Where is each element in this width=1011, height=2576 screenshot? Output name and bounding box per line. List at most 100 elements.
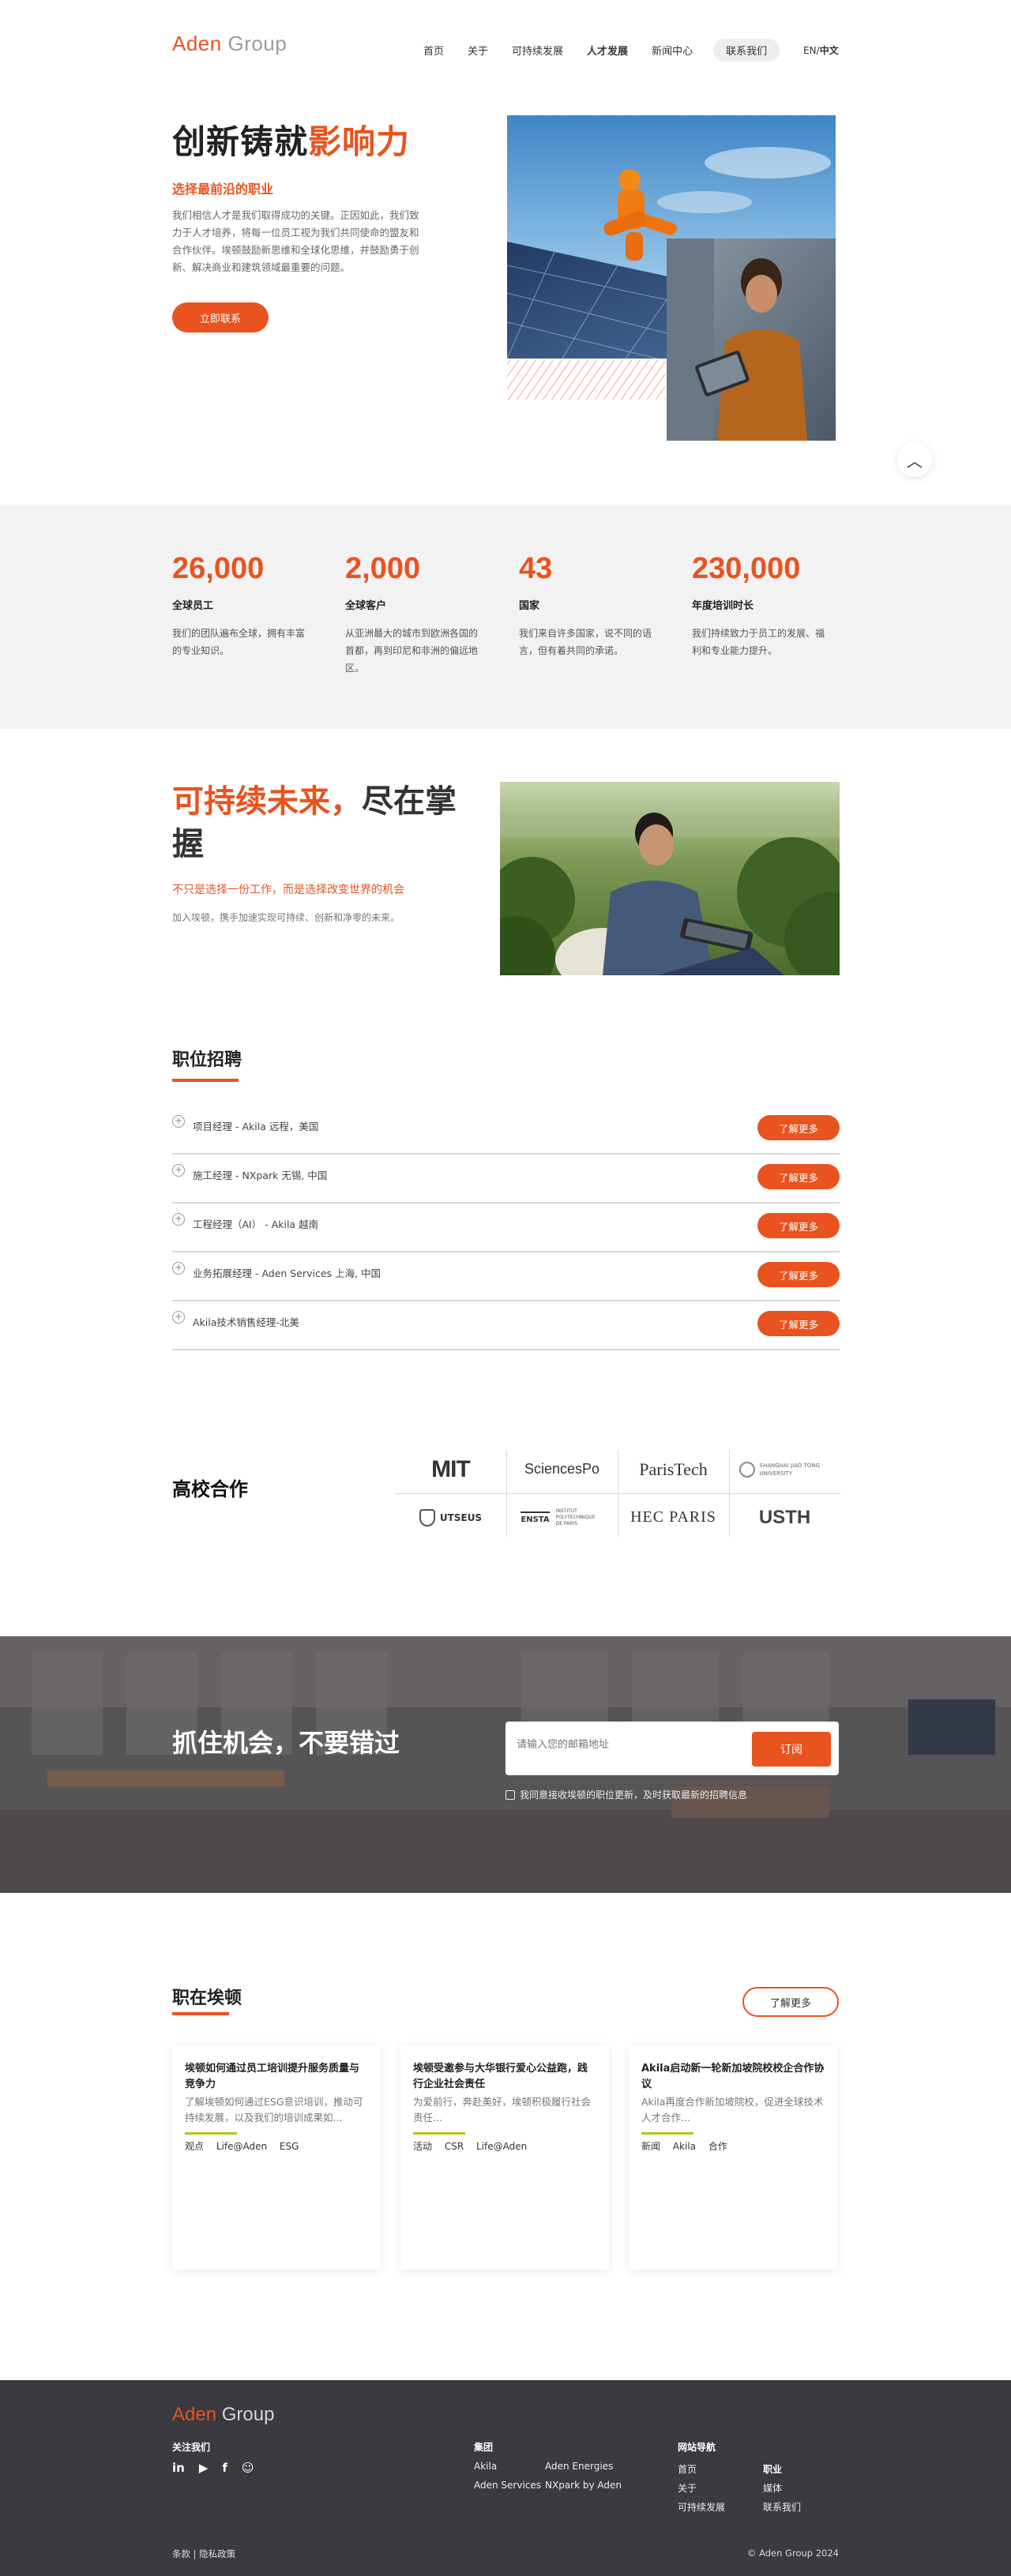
university-logo-grid: MIT SciencesPo ParisTech SHANGHAI JIAO T… [395,1445,840,1541]
sciencespo-logo: SciencesPo [524,1461,600,1477]
learn-more-button[interactable]: 了解更多 [757,1115,840,1140]
expand-plus-icon[interactable]: + [172,1262,185,1275]
legal-links[interactable]: 条款 | 隐私政策 [172,2548,235,2560]
footer-sitemap-heading: 网站导航 [678,2442,716,2453]
language-switcher[interactable]: EN/中文 [803,43,839,57]
consent-checkbox[interactable] [506,1789,515,1800]
tag[interactable]: ESG [280,2141,299,2152]
subscribe-title: 抓住机会，不要错过 [172,1728,400,1758]
news-card-title[interactable]: Akila启动新一轮新加坡院校校企合作协议 [641,2061,825,2093]
footer-logo[interactable]: Aden Group [172,2404,274,2426]
footer-link-aden-energies[interactable]: Aden Energies [545,2461,613,2472]
subscribe-button[interactable]: 订阅 [752,1732,831,1767]
news-section-title: 职在埃顿 [172,1988,242,2008]
job-listing[interactable]: + 工程经理（AI） - Akila 越南 了解更多 [172,1204,840,1252]
learn-more-button[interactable]: 了解更多 [757,1311,840,1336]
lang-cn[interactable]: 中文 [820,45,839,56]
expand-plus-icon[interactable]: + [172,1311,185,1324]
expand-plus-icon[interactable]: + [172,1213,185,1226]
consent-label: 我同意接收埃顿的职位更新，及时获取最新的招聘信息 [520,1789,748,1801]
footer-link-sustainability[interactable]: 可持续发展 [678,2500,725,2514]
stat-number: 43 [519,552,553,585]
news-card-description: 了解埃顿如何通过ESG意识培训，推动可持续发展，以及我们的培训成果如... [185,2096,363,2124]
lang-en[interactable]: EN [803,45,817,56]
sjtu-emblem-icon [739,1461,755,1478]
expand-plus-icon[interactable]: + [172,1164,185,1177]
job-listing[interactable]: + 业务拓展经理 - Aden Services 上海, 中国 了解更多 [172,1252,840,1301]
stat-description: 我们的团队遍布全球，拥有丰富的专业知识。 [172,628,306,656]
stat-training-hours: 230,000 年度培训时长 我们持续致力于员工的发展、福利和专业能力提升。 [692,552,826,659]
scroll-to-top-button[interactable]: ︿ [897,442,932,477]
utseus-logo: UTSEUS [395,1493,506,1541]
learn-more-button[interactable]: 了解更多 [757,1164,840,1189]
tag[interactable]: Life@Aden [476,2141,527,2152]
linkedin-icon[interactable]: in [172,2461,185,2475]
aden-group-logo[interactable]: Aden Group [172,32,287,56]
footer-link-home[interactable]: 首页 [678,2462,697,2476]
job-listing[interactable]: + 施工经理 - NXpark 无锡, 中国 了解更多 [172,1155,840,1204]
nav-about[interactable]: 关于 [468,43,488,58]
tag[interactable]: 合作 [708,2141,727,2152]
learn-more-button[interactable]: 了解更多 [757,1213,840,1238]
email-input[interactable] [517,1739,746,1751]
universities-title: 高校合作 [172,1478,248,1500]
youtube-icon[interactable]: ▶ [199,2461,209,2475]
ensta-logo: ENSTA INSTITUT POLYTECHNIQUE DE PARIS [521,1508,596,1526]
tag[interactable]: 观点 [185,2141,204,2152]
follow-us-label: 关注我们 [172,2442,211,2453]
job-title[interactable]: Akila技术销售经理-北美 [193,1314,299,1329]
job-listing[interactable]: + 项目经理 - Akila 远程，美国 了解更多 [172,1106,840,1155]
footer-link-careers[interactable]: 职业 [763,2462,782,2476]
tag[interactable]: CSR [445,2141,464,2152]
stats-section: 26,000 全球员工 我们的团队遍布全球，拥有丰富的专业知识。 2,000 全… [0,505,1011,729]
hero-contact-button[interactable]: 立即联系 [172,302,269,332]
stat-label: 全球员工 [172,600,214,612]
social-links: in ▶ f ☺ [172,2461,269,2475]
job-listing[interactable]: + Akila技术销售经理-北美 了解更多 [172,1301,840,1350]
wechat-icon[interactable]: ☺ [242,2461,254,2475]
contact-button[interactable]: 联系我们 [713,39,780,62]
news-card-tags: 活动 CSR Life@Aden [413,2139,596,2153]
news-card[interactable]: Akila启动新一轮新加坡院校校企合作协议 Akila再度合作新加坡院校，促进全… [629,2045,837,2270]
footer-link-contact[interactable]: 联系我们 [763,2500,801,2514]
facebook-icon[interactable]: f [222,2461,227,2475]
decorative-hatch-pattern [507,360,665,400]
news-card-title[interactable]: 埃顿受邀参与大华银行爱心公益跑，践行企业社会责任 [413,2061,596,2093]
job-title[interactable]: 施工经理 - NXpark 无锡, 中国 [193,1167,327,1182]
paristech-logo: ParisTech [639,1459,708,1479]
stat-label: 年度培训时长 [692,600,754,612]
news-title-underline [172,2012,229,2015]
news-card[interactable]: 埃顿如何通过员工培训提升服务质量与竞争力 了解埃顿如何通过ESG意识培训，推动可… [172,2045,381,2270]
expand-plus-icon[interactable]: + [172,1115,185,1128]
stat-countries: 43 国家 我们来自许多国家，说不同的语言，但有着共同的承诺。 [519,552,653,659]
tag[interactable]: Life@Aden [216,2141,267,2152]
learn-more-button[interactable]: 了解更多 [757,1262,840,1287]
job-title[interactable]: 业务拓展经理 - Aden Services 上海, 中国 [193,1265,381,1280]
nav-news[interactable]: 新闻中心 [652,43,693,58]
stat-label: 国家 [519,600,540,612]
jobs-title-underline [172,1079,239,1082]
footer-logo-group: Group [221,2404,275,2425]
footer-link-about[interactable]: 关于 [678,2481,697,2495]
footer-link-akila[interactable]: Akila [474,2461,497,2472]
tag[interactable]: Akila [673,2141,696,2152]
nav-careers[interactable]: 人才发展 [587,43,628,58]
footer-link-aden-services[interactable]: Aden Services [474,2480,541,2491]
job-title[interactable]: 项目经理 - Akila 远程，美国 [193,1118,318,1133]
job-title[interactable]: 工程经理（AI） - Akila 越南 [193,1216,318,1231]
nav-sustainability[interactable]: 可持续发展 [512,43,563,58]
main-nav: 首页 关于 可持续发展 人才发展 新闻中心 联系我们 EN/中文 [423,39,839,62]
news-card-title[interactable]: 埃顿如何通过员工培训提升服务质量与竞争力 [185,2061,368,2093]
footer-link-media[interactable]: 媒体 [763,2481,782,2495]
tag[interactable]: 新闻 [641,2141,660,2152]
tag[interactable]: 活动 [413,2141,432,2152]
sustainability-subtitle: 不只是选择一份工作，而是选择改变世界的机会 [172,884,404,896]
footer-link-nxpark[interactable]: NXpark by Aden [545,2480,622,2491]
news-card-bar [413,2132,465,2135]
news-card[interactable]: 埃顿受邀参与大华银行爱心公益跑，践行企业社会责任 为爱前行，奔赴美好，埃顿积极履… [400,2045,609,2270]
nav-home[interactable]: 首页 [423,43,444,58]
consent-checkbox-row[interactable]: 我同意接收埃顿的职位更新，及时获取最新的招聘信息 [506,1788,747,1801]
news-more-button[interactable]: 了解更多 [742,1987,839,2017]
subscribe-form: 订阅 [506,1722,839,1775]
news-card-description: Akila再度合作新加坡院校，促进全球技术人才合作... [641,2096,824,2124]
